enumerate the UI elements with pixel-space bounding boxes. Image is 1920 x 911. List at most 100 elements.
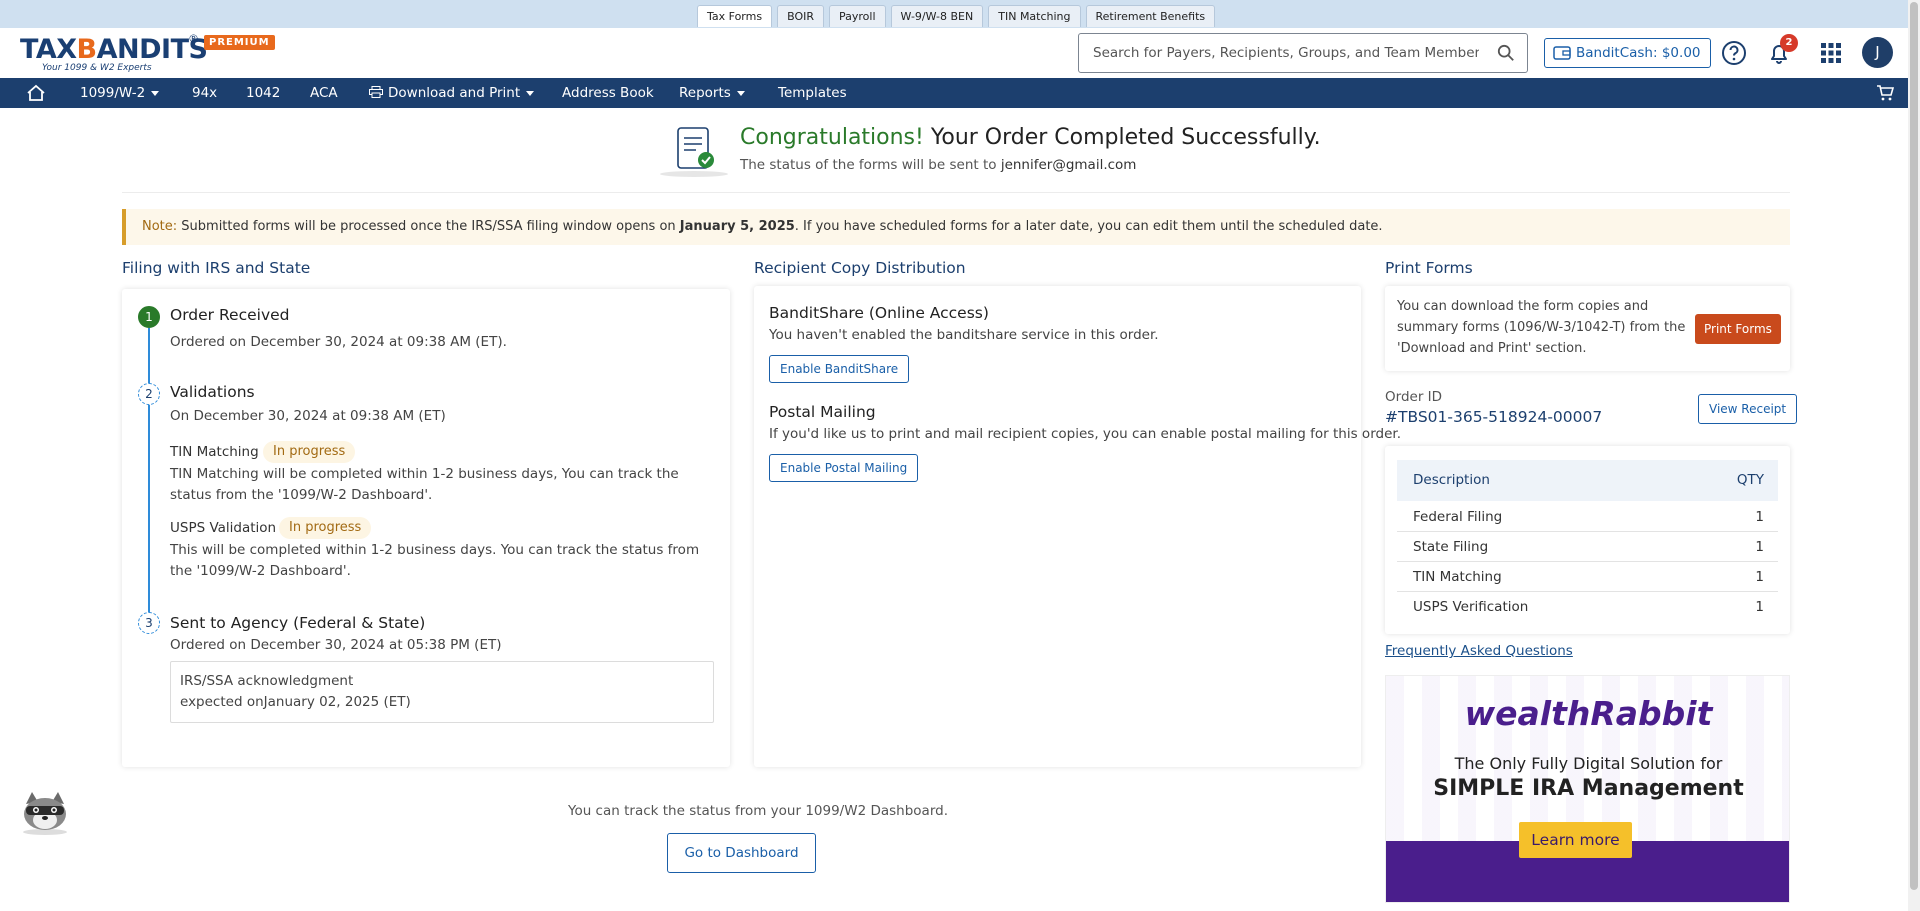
track-status-text: You can track the status from your 1099/… — [568, 803, 948, 819]
order-id-label: Order ID — [1385, 389, 1443, 405]
product-tab-tin-matching[interactable]: TIN Matching — [988, 5, 1081, 27]
table-row: USPS Verification 1 — [1397, 592, 1778, 622]
cart-icon[interactable] — [1876, 85, 1894, 101]
help-icon[interactable] — [1720, 39, 1748, 67]
nav-item-94x[interactable]: 94x — [192, 78, 217, 108]
tin-matching-text: TIN Matching will be completed within 1-… — [170, 466, 679, 503]
wealthrabbit-ad-banner[interactable]: wealthRabbit The Only Fully Digital Solu… — [1385, 675, 1790, 903]
product-tab-w9-w8ben[interactable]: W-9/W-8 BEN — [890, 5, 984, 27]
taxbandits-logo[interactable]: TAXBANDITS Your 1099 & W2 Experts ® PREM… — [20, 32, 275, 74]
page-title: Congratulations! Your Order Completed Su… — [740, 125, 1321, 150]
nav-label-download-print: Download and Print — [388, 85, 521, 101]
product-tab-retirement-benefits[interactable]: Retirement Benefits — [1085, 5, 1216, 27]
banditcash-label: BanditCash: — [1576, 45, 1658, 61]
product-tab-payroll[interactable]: Payroll — [829, 5, 886, 27]
notification-count-badge: 2 — [1780, 34, 1798, 52]
row-qty: 1 — [1755, 569, 1764, 585]
nav-item-aca[interactable]: ACA — [310, 78, 338, 108]
global-search — [1078, 33, 1528, 73]
main-nav: 1099/W-2 94x 1042 ACA Download and Print… — [0, 78, 1908, 108]
product-tab-boir[interactable]: BOIR — [777, 5, 824, 27]
banditshare-text: You haven't enabled the banditshare serv… — [769, 327, 1159, 343]
step-number-2: 2 — [138, 383, 160, 405]
row-qty: 1 — [1755, 599, 1764, 615]
order-id-value: #TBS01-365-518924-00007 — [1385, 408, 1603, 426]
order-success-document-icon — [660, 127, 728, 177]
banditshare-title: BanditShare (Online Access) — [769, 304, 989, 322]
product-switcher-bar: Tax Forms BOIR Payroll W-9/W-8 BEN TIN M… — [0, 0, 1908, 28]
acknowledgment-box: IRS/SSA acknowledgment expected onJanuar… — [170, 661, 714, 723]
column-header-qty: QTY — [1736, 472, 1764, 488]
logo-tagline: Your 1099 & W2 Experts — [42, 63, 152, 73]
step-number-1: 1 — [138, 306, 160, 328]
page-scrollbar[interactable] — [1908, 0, 1920, 911]
step-title-validations: Validations — [170, 383, 255, 401]
table-row: State Filing 1 — [1397, 532, 1778, 562]
postal-mailing-title: Postal Mailing — [769, 403, 876, 421]
print-forms-button[interactable]: Print Forms — [1695, 314, 1781, 344]
status-badge: In progress — [279, 517, 372, 539]
table-row: Federal Filing 1 — [1397, 502, 1778, 532]
printer-icon — [369, 86, 383, 98]
learn-more-button[interactable]: Learn more — [1519, 822, 1632, 858]
wealthrabbit-logo: wealthRabbit — [1464, 694, 1713, 733]
step-text-validations: On December 30, 2024 at 09:38 AM (ET) — [170, 408, 446, 424]
raccoon-mascot-chat-icon[interactable] — [18, 786, 72, 836]
table-row: TIN Matching 1 — [1397, 562, 1778, 592]
chevron-down-icon — [151, 90, 160, 96]
column-header-description: Description — [1413, 472, 1490, 488]
note-date: January 5, 2025 — [679, 219, 795, 234]
go-to-dashboard-button[interactable]: Go to Dashboard — [667, 833, 816, 873]
timeline-connector — [148, 328, 150, 386]
print-forms-text: You can download the form copies and sum… — [1397, 299, 1686, 356]
enable-postal-mailing-button[interactable]: Enable Postal Mailing — [769, 454, 919, 482]
product-tab-tax-forms[interactable]: Tax Forms — [697, 5, 773, 27]
banditcash-button[interactable]: BanditCash: $0.00 — [1544, 38, 1711, 68]
divider — [122, 192, 1790, 193]
banditcash-value: $0.00 — [1661, 45, 1701, 61]
print-forms-section-title: Print Forms — [1385, 259, 1473, 277]
ad-headline: SIMPLE IRA Management — [1433, 776, 1744, 801]
nav-item-1099-w2[interactable]: 1099/W-2 — [80, 78, 160, 108]
user-avatar[interactable]: J — [1862, 37, 1893, 68]
step-text-sent-to-agency: Ordered on December 30, 2024 at 05:38 PM… — [170, 637, 502, 653]
status-email-prefix: The status of the forms will be sent to — [740, 157, 1001, 173]
logo-wordmark: TAXBANDITS — [20, 34, 208, 65]
step-number-3: 3 — [138, 612, 160, 634]
home-icon[interactable] — [26, 84, 46, 102]
logo-registered-mark: ® — [188, 32, 199, 45]
row-qty: 1 — [1755, 509, 1764, 525]
step-title-order-received: Order Received — [170, 306, 290, 324]
view-receipt-button[interactable]: View Receipt — [1698, 394, 1798, 424]
app-header: TAXBANDITS Your 1099 & W2 Experts ® PREM… — [0, 28, 1908, 78]
search-input[interactable] — [1079, 34, 1479, 72]
ack-line-2: expected onJanuary 02, 2025 (ET) — [180, 694, 411, 710]
order-table-header: Description QTY — [1397, 460, 1778, 501]
enable-banditshare-button[interactable]: Enable BanditShare — [769, 355, 910, 383]
nav-item-address-book[interactable]: Address Book — [562, 78, 654, 108]
nav-item-1042[interactable]: 1042 — [246, 78, 280, 108]
wallet-icon — [1553, 46, 1571, 60]
ad-tagline: The Only Fully Digital Solution for — [1454, 754, 1723, 773]
nav-item-reports[interactable]: Reports — [679, 78, 745, 108]
filing-section-title: Filing with IRS and State — [122, 259, 311, 277]
premium-badge: PREMIUM — [204, 35, 275, 50]
usps-validation-text: This will be completed within 1-2 busine… — [170, 542, 700, 579]
scrollbar-thumb[interactable] — [1910, 2, 1918, 890]
nav-item-templates[interactable]: Templates — [778, 78, 847, 108]
row-qty: 1 — [1755, 539, 1764, 555]
nav-item-download-print[interactable]: Download and Print — [369, 78, 535, 108]
ack-line-1: IRS/SSA acknowledgment — [180, 673, 354, 689]
filing-window-note: Note: Submitted forms will be processed … — [122, 209, 1790, 245]
postal-mailing-text: If you'd like us to print and mail recip… — [769, 426, 1401, 442]
status-badge: In progress — [263, 441, 356, 463]
row-description: TIN Matching — [1413, 569, 1502, 585]
faq-link[interactable]: Frequently Asked Questions — [1385, 643, 1573, 659]
step-title-sent-to-agency: Sent to Agency (Federal & State) — [170, 614, 426, 632]
row-description: USPS Verification — [1413, 599, 1529, 615]
apps-grid-icon[interactable] — [1817, 39, 1845, 67]
search-icon[interactable] — [1497, 44, 1515, 62]
recipient-section-title: Recipient Copy Distribution — [754, 259, 966, 277]
status-email-text: The status of the forms will be sent to … — [740, 157, 1136, 173]
nav-label-1099-w2: 1099/W-2 — [80, 85, 146, 101]
